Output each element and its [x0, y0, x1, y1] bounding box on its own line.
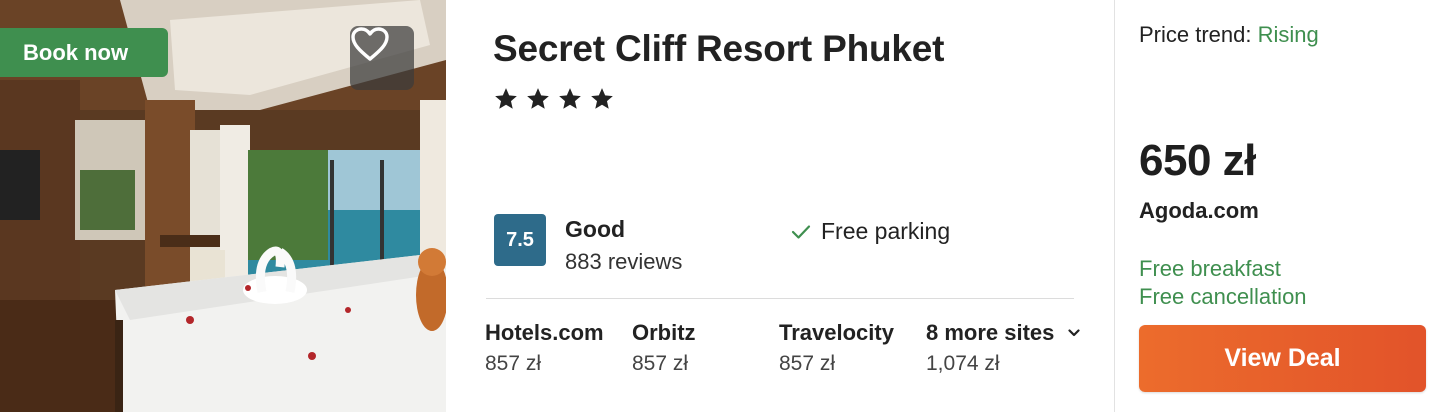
- star-rating: [493, 86, 615, 112]
- star-icon: [591, 88, 613, 109]
- star-icon: [495, 88, 517, 109]
- provider-price: 857 zł: [632, 352, 689, 375]
- hotel-name[interactable]: Secret Cliff Resort Phuket: [493, 28, 944, 70]
- provider-price: 1,074 zł: [926, 352, 1000, 375]
- view-deal-button[interactable]: View Deal: [1139, 325, 1426, 392]
- heart-outline-icon: [351, 27, 389, 61]
- review-score-badge[interactable]: 7.5: [494, 214, 546, 266]
- provider-name: 8 more sites: [926, 320, 1081, 346]
- more-sites-label: 8 more sites: [926, 320, 1055, 345]
- divider: [486, 298, 1074, 299]
- provider-travelocity[interactable]: Travelocity 857 zł: [779, 320, 894, 376]
- book-now-button[interactable]: Book now: [0, 28, 168, 77]
- provider-name: Hotels.com: [485, 320, 604, 345]
- star-icon: [527, 88, 549, 109]
- price-trend: Price trend: Rising: [1139, 22, 1319, 48]
- provider-orbitz[interactable]: Orbitz 857 zł: [632, 320, 696, 376]
- chevron-down-icon: [1068, 329, 1081, 337]
- hotel-details: Secret Cliff Resort Phuket 7.5 Good 883 …: [446, 0, 1114, 412]
- deal-price: 650 zł: [1139, 136, 1256, 185]
- star-icon: [559, 88, 581, 109]
- provider-hotels-com[interactable]: Hotels.com 857 zł: [485, 320, 604, 376]
- deal-site: Agoda.com: [1139, 198, 1259, 223]
- provider-name: Travelocity: [779, 320, 894, 345]
- review-count[interactable]: 883 reviews: [565, 249, 682, 275]
- favorite-button[interactable]: [350, 26, 414, 90]
- price-trend-value: Rising: [1257, 22, 1319, 47]
- perk-free-cancellation: Free cancellation: [1139, 284, 1307, 309]
- more-sites-dropdown[interactable]: 8 more sites 1,074 zł: [926, 320, 1081, 376]
- hotel-photo[interactable]: Book now: [0, 0, 446, 412]
- provider-name: Orbitz: [632, 320, 696, 345]
- checkmark-icon: [791, 224, 811, 239]
- price-trend-label: Price trend:: [1139, 22, 1252, 47]
- rating-word: Good: [565, 216, 626, 242]
- provider-price: 857 zł: [485, 352, 542, 375]
- deal-panel: Price trend: Rising 650 zł Agoda.com Fre…: [1115, 0, 1440, 412]
- provider-prices: Hotels.com 857 zł Orbitz 857 zł Traveloc…: [485, 320, 1105, 390]
- amenity-free-parking: Free parking: [791, 218, 950, 245]
- perk-free-breakfast: Free breakfast: [1139, 256, 1281, 281]
- provider-price: 857 zł: [779, 352, 836, 375]
- amenity-label: Free parking: [821, 218, 951, 244]
